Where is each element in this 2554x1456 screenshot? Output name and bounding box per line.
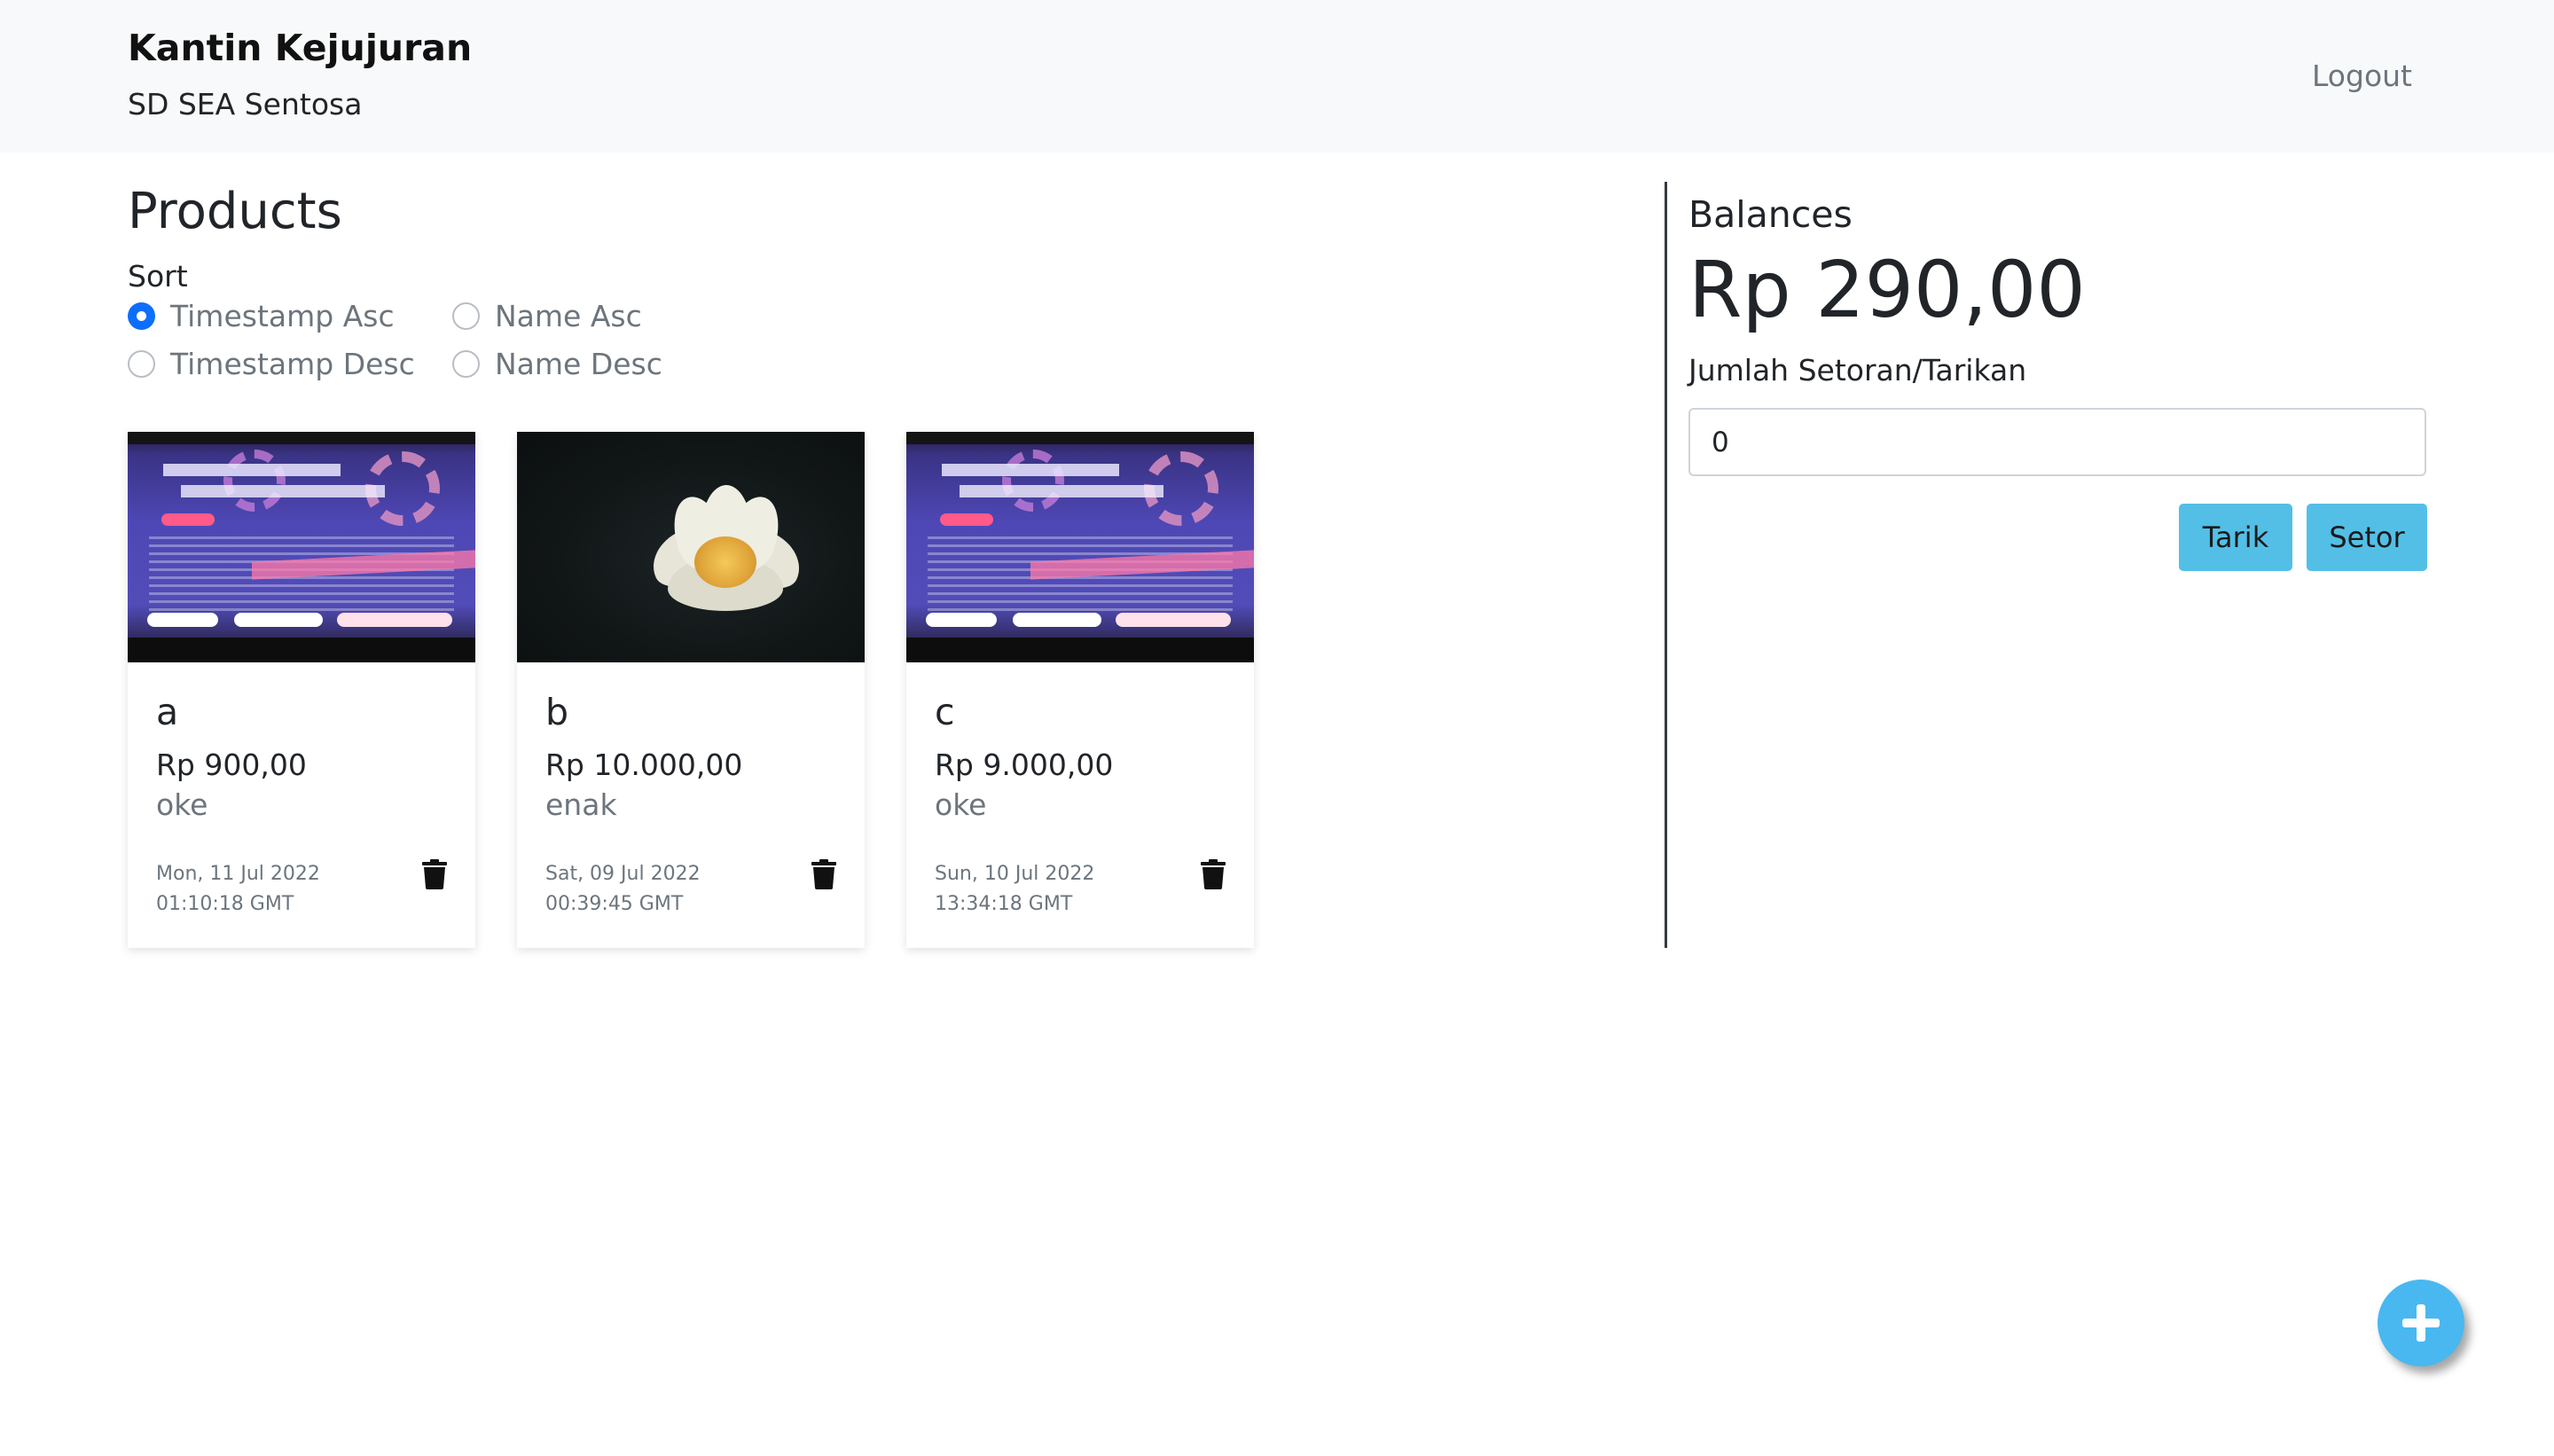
sort-option-timestamp-asc[interactable]: Timestamp Asc (128, 298, 452, 333)
product-timestamp: Sun, 10 Jul 2022 13:34:18 GMT (935, 863, 1095, 915)
products-title: Products (128, 183, 342, 240)
radio-timestamp-asc[interactable] (128, 301, 155, 330)
product-image (517, 432, 865, 662)
sort-option-name-asc[interactable]: Name Asc (452, 298, 718, 333)
sort-option-timestamp-desc[interactable]: Timestamp Desc (128, 346, 452, 381)
withdraw-button[interactable]: Tarik (2179, 504, 2292, 571)
amount-label: Jumlah Setoran/Tarikan (1688, 353, 2027, 387)
radio-timestamp-desc[interactable] (128, 349, 155, 378)
product-image (128, 432, 475, 662)
product-name: c (935, 691, 955, 733)
product-description: oke (156, 787, 208, 822)
sort-option-label: Name Asc (495, 298, 642, 333)
event-poster-image (128, 432, 475, 662)
sort-options: Timestamp Asc Name Asc Timestamp Desc Na… (128, 298, 718, 381)
sort-option-label: Name Desc (495, 346, 662, 381)
event-poster-image (906, 432, 1254, 662)
radio-name-desc[interactable] (452, 349, 480, 378)
product-price: Rp 9.000,00 (935, 748, 1114, 782)
sort-option-label: Timestamp Desc (170, 346, 415, 381)
product-card: a Rp 900,00 oke Mon, 11 Jul 2022 01:10:1… (128, 432, 475, 948)
brand-title[interactable]: Kantin Kejujuran (128, 27, 472, 69)
product-list: a Rp 900,00 oke Mon, 11 Jul 2022 01:10:1… (128, 432, 1254, 948)
balance-value: Rp 290,00 (1688, 245, 2086, 335)
logout-link[interactable]: Logout (2312, 59, 2412, 93)
sort-option-name-desc[interactable]: Name Desc (452, 346, 718, 381)
product-name: a (156, 691, 179, 733)
product-description: enak (545, 787, 617, 822)
deposit-button[interactable]: Setor (2307, 504, 2427, 571)
product-card: c Rp 9.000,00 oke Sun, 10 Jul 2022 13:34… (906, 432, 1254, 948)
radio-name-asc[interactable] (452, 301, 480, 330)
plus-icon (2402, 1304, 2440, 1342)
product-card: b Rp 10.000,00 enak Sat, 09 Jul 2022 00:… (517, 432, 865, 948)
amount-input[interactable] (1688, 408, 2426, 476)
sort-label: Sort (128, 259, 188, 294)
product-price: Rp 900,00 (156, 748, 307, 782)
balances-title: Balances (1688, 193, 1853, 236)
product-price: Rp 10.000,00 (545, 748, 743, 782)
section-divider (1665, 182, 1667, 948)
sort-option-label: Timestamp Asc (170, 298, 395, 333)
navbar: Kantin Kejujuran SD SEA Sentosa Logout (0, 0, 2554, 153)
trash-icon[interactable] (811, 859, 836, 889)
trash-icon[interactable] (1201, 859, 1226, 889)
product-timestamp: Mon, 11 Jul 2022 01:10:18 GMT (156, 863, 320, 915)
add-product-button[interactable] (2378, 1280, 2464, 1366)
product-timestamp: Sat, 09 Jul 2022 00:39:45 GMT (545, 863, 701, 915)
trash-icon[interactable] (422, 859, 447, 889)
product-name: b (545, 691, 569, 733)
brand-subtitle: SD SEA Sentosa (128, 87, 363, 121)
lotus-flower-image (517, 432, 865, 662)
product-description: oke (935, 787, 987, 822)
product-image (906, 432, 1254, 662)
